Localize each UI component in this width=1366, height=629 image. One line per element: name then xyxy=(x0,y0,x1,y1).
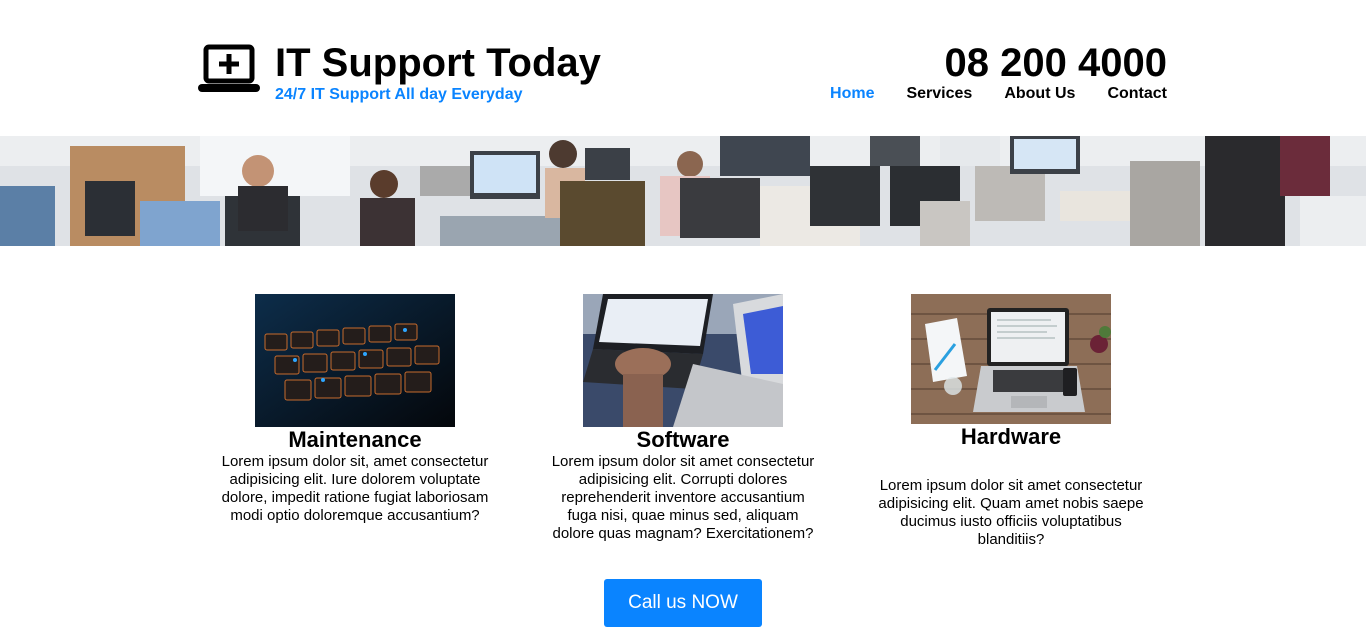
keyboard-photo xyxy=(255,294,455,427)
nav-home[interactable]: Home xyxy=(830,85,874,103)
service-description: Lorem ipsum dolor sit amet consectetur a… xyxy=(551,453,815,542)
service-title: Maintenance xyxy=(288,427,422,452)
service-title: Software xyxy=(636,427,730,452)
service-title: Hardware xyxy=(960,424,1062,449)
service-card-hardware: Hardware Lorem ipsum dolor sit amet cons… xyxy=(876,294,1146,549)
laptops-photo xyxy=(583,294,783,427)
service-card-software: Software Lorem ipsum dolor sit amet cons… xyxy=(548,294,818,543)
call-us-now-button[interactable]: Call us NOW xyxy=(604,579,762,627)
service-description: Lorem ipsum dolor sit, amet consectetur … xyxy=(221,453,489,524)
nav-contact[interactable]: Contact xyxy=(1107,85,1167,103)
site-tagline: 24/7 IT Support All day Everyday xyxy=(275,86,523,103)
nav-services[interactable]: Services xyxy=(906,85,972,103)
laptop-plus-icon xyxy=(198,44,260,92)
main-nav: Home Services About Us Contact xyxy=(830,85,1167,103)
service-card-maintenance: Maintenance Lorem ipsum dolor sit, amet … xyxy=(220,294,490,525)
office-banner-image xyxy=(0,136,1366,246)
nav-about-us[interactable]: About Us xyxy=(1004,85,1075,103)
phone-number[interactable]: 08 200 4000 xyxy=(945,40,1167,86)
site-title[interactable]: IT Support Today xyxy=(275,40,601,86)
site-header: IT Support Today 24/7 IT Support All day… xyxy=(0,0,1366,136)
service-description: Lorem ipsum dolor sit amet consectetur a… xyxy=(878,477,1144,548)
desk-laptop-photo xyxy=(911,294,1111,424)
